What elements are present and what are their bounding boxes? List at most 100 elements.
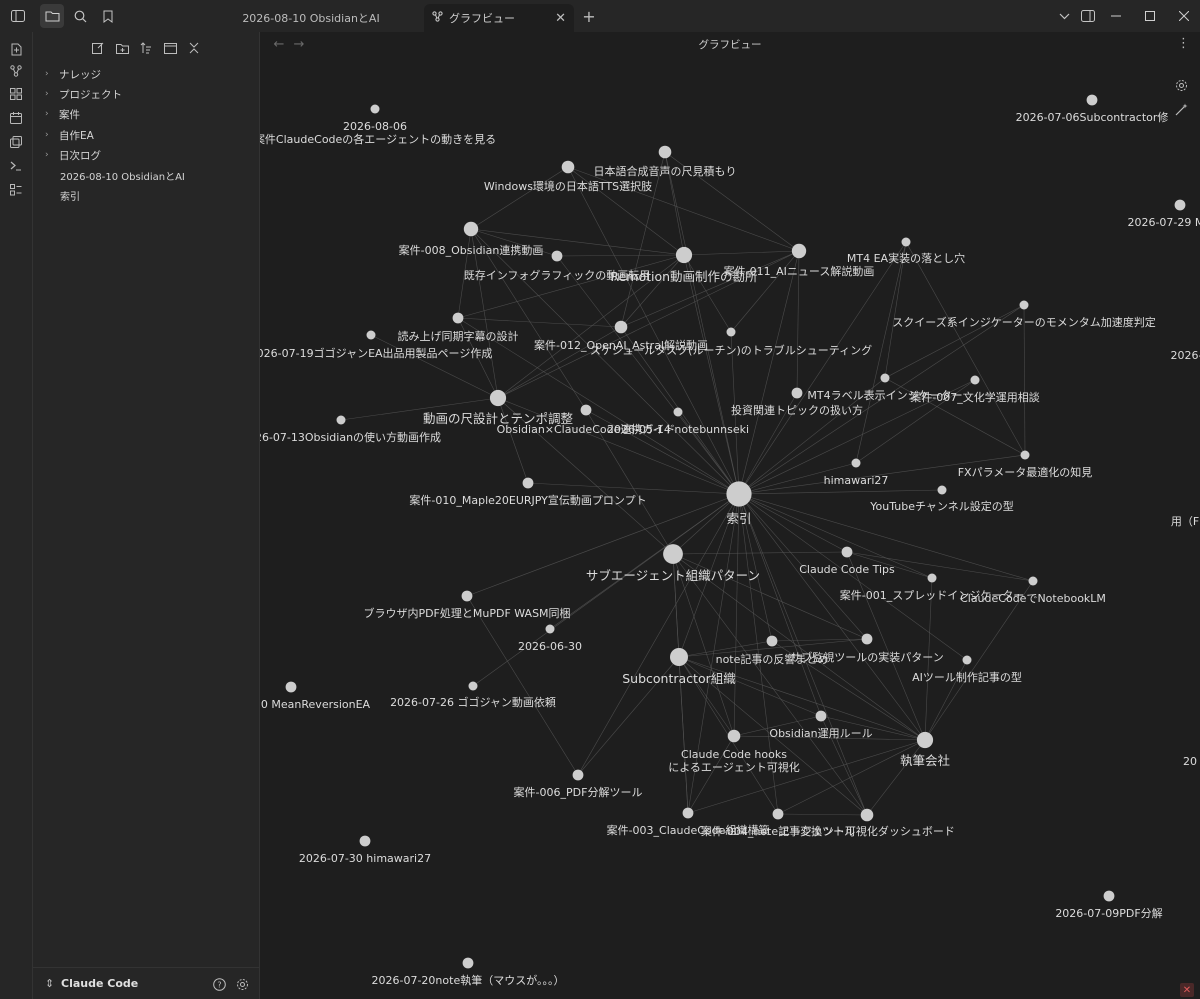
graph-node-dot[interactable] bbox=[366, 330, 376, 340]
file-daily-note[interactable]: 2026-08-10 ObsidianとAI bbox=[60, 165, 185, 185]
graph-node[interactable]: 読み上げ同期字幕の設計 bbox=[398, 312, 519, 343]
graph-node-dot[interactable] bbox=[727, 729, 741, 743]
magic-wand-icon[interactable] bbox=[1172, 100, 1190, 118]
graph-node[interactable]: 日本語合成音声の尺見積もり bbox=[594, 145, 737, 178]
graph-node-dot[interactable] bbox=[901, 237, 911, 247]
graph-node-dot[interactable] bbox=[670, 648, 688, 666]
folder-project[interactable]: › プロジェクト bbox=[45, 84, 122, 104]
graph-node-dot[interactable] bbox=[970, 375, 980, 385]
graph-node-dot[interactable] bbox=[463, 221, 479, 237]
graph-node[interactable]: 20 bbox=[1183, 755, 1197, 768]
new-note-icon[interactable] bbox=[5, 38, 27, 60]
graph-node[interactable]: 案件-010_Maple20EURJPY宣伝動画プロンプト bbox=[409, 477, 647, 507]
graph-node-dot[interactable] bbox=[880, 373, 890, 383]
graph-node-dot[interactable] bbox=[766, 635, 778, 647]
new-folder-icon[interactable] bbox=[112, 38, 132, 58]
sidebar-toggle-icon[interactable] bbox=[6, 4, 30, 28]
calendar-icon[interactable] bbox=[5, 107, 27, 129]
graph-node-dot[interactable] bbox=[551, 250, 563, 262]
graph-node-dot[interactable] bbox=[572, 769, 584, 781]
graph-node-dot[interactable] bbox=[462, 957, 474, 969]
graph-node[interactable]: 2026-07-20note執筆（マウスが。。。） bbox=[372, 957, 565, 987]
status-warning-icon[interactable]: ✕ bbox=[1180, 983, 1194, 997]
graph-node[interactable]: 執筆会社 bbox=[900, 731, 950, 768]
help-icon[interactable]: ? bbox=[209, 974, 229, 994]
graph-node-dot[interactable] bbox=[791, 243, 807, 259]
file-index[interactable]: 索引 bbox=[60, 185, 80, 205]
chevron-down-icon[interactable] bbox=[1052, 4, 1076, 28]
graph-node-dot[interactable] bbox=[861, 633, 873, 645]
folder-custom-ea[interactable]: › 自作EA bbox=[45, 125, 94, 145]
graph-node[interactable]: 案件-006_PDF分解ツール bbox=[514, 769, 643, 799]
graph-node-dot[interactable] bbox=[489, 389, 507, 407]
graph-node-dot[interactable] bbox=[1019, 300, 1029, 310]
chevron-up-down-icon[interactable]: ⇕ bbox=[45, 977, 61, 990]
graph-node-dot[interactable] bbox=[851, 458, 861, 468]
graph-node-dot[interactable] bbox=[675, 246, 693, 264]
close-window-icon[interactable] bbox=[1164, 0, 1200, 32]
graph-settings-gear-icon[interactable] bbox=[1172, 76, 1190, 94]
graph-node[interactable]: サブ監視ツールの実装パターン bbox=[790, 633, 944, 664]
terminal-icon[interactable] bbox=[5, 155, 27, 177]
graph-node[interactable]: 2026-0 bbox=[1171, 349, 1200, 362]
graph-node-dot[interactable] bbox=[561, 160, 575, 174]
graph-node[interactable]: himawari27 bbox=[824, 458, 889, 488]
graph-node-dot[interactable] bbox=[370, 104, 380, 114]
graph-node[interactable]: サブエージェント組織パターン bbox=[586, 544, 760, 583]
graph-node-dot[interactable] bbox=[658, 145, 672, 159]
graph-node[interactable]: 2026-07-26 ゴゴジャン動画依頼 bbox=[390, 681, 556, 710]
template-icon[interactable] bbox=[5, 179, 27, 201]
graph-node-dot[interactable] bbox=[815, 710, 827, 722]
graph-node[interactable]: 2026-08-06 案件ClaudeCodeの各エージェントの動きを見る bbox=[260, 104, 496, 147]
graph-node[interactable]: 動画の尺設計とテンポ調整 bbox=[423, 389, 574, 426]
graph-node-dot[interactable] bbox=[841, 546, 853, 558]
graph-node-dot[interactable] bbox=[1103, 890, 1115, 902]
graph-icon[interactable] bbox=[5, 60, 27, 82]
sort-icon[interactable] bbox=[136, 38, 156, 58]
graph-node-dot[interactable] bbox=[962, 655, 972, 665]
graph-node[interactable]: 2026-07-09PDF分解 bbox=[1055, 890, 1163, 920]
graph-node[interactable]: MT4 EA実装の落とし穴 bbox=[847, 237, 965, 266]
graph-node-dot[interactable] bbox=[916, 731, 934, 749]
graph-node-dot[interactable] bbox=[663, 544, 683, 564]
graph-node-dot[interactable] bbox=[522, 477, 534, 489]
folder-daily-log[interactable]: › 日次ログ bbox=[45, 145, 101, 165]
bookmark-icon[interactable] bbox=[96, 4, 120, 28]
graph-node-dot[interactable] bbox=[927, 573, 937, 583]
tab-graph-view[interactable]: グラフビュー ✕ bbox=[424, 4, 574, 32]
new-note-icon[interactable] bbox=[88, 38, 108, 58]
new-tab-button[interactable]: + bbox=[580, 4, 598, 28]
graph-node-dot[interactable] bbox=[860, 808, 874, 822]
folder-icon[interactable] bbox=[40, 4, 64, 28]
folder-cases[interactable]: › 案件 bbox=[45, 104, 80, 124]
graph-node[interactable]: FXパラメータ最適化の知見 bbox=[958, 450, 1093, 480]
graph-node-dot[interactable] bbox=[1086, 94, 1098, 106]
graph-node-dot[interactable] bbox=[336, 415, 346, 425]
graph-node-dot[interactable] bbox=[726, 327, 736, 337]
graph-node[interactable]: 2026-06-30 bbox=[518, 624, 582, 654]
graph-node-dot[interactable] bbox=[359, 835, 371, 847]
graph-node[interactable]: Obsidian運用ルール bbox=[769, 710, 873, 740]
graph-node-dot[interactable] bbox=[545, 624, 555, 634]
graph-node[interactable]: 2026-05-14 notebunnseki bbox=[607, 407, 749, 437]
graph-node-dot[interactable] bbox=[673, 407, 683, 417]
auto-reveal-icon[interactable] bbox=[160, 38, 180, 58]
graph-canvas[interactable]: 2026-08-06 案件ClaudeCodeの各エージェントの動きを見る Wind… bbox=[260, 32, 1200, 999]
graph-node-dot[interactable] bbox=[772, 808, 784, 820]
graph-node-dot[interactable] bbox=[791, 387, 803, 399]
graph-node[interactable]: 2026-07-29 MeanR bbox=[1127, 199, 1200, 229]
graph-node[interactable]: ブラウザ内PDF処理とMuPDF WASM同梱 bbox=[363, 590, 571, 620]
graph-node-dot[interactable] bbox=[682, 807, 694, 819]
tab-daily-note[interactable]: 2026-08-10 ObsidianとAI bbox=[200, 4, 422, 32]
graph-node[interactable]: 案件-008_Obsidian連携動画 bbox=[399, 221, 544, 257]
graph-node-dot[interactable] bbox=[1020, 450, 1030, 460]
graph-node-dot[interactable] bbox=[937, 485, 947, 495]
copy-icon[interactable] bbox=[5, 131, 27, 153]
graph-node[interactable]: Claude Code Tips bbox=[799, 546, 895, 576]
graph-node-dot[interactable] bbox=[452, 312, 464, 324]
graph-node[interactable]: 30 MeanReversionEA bbox=[260, 681, 371, 711]
graph-node-dot[interactable] bbox=[1174, 199, 1186, 211]
canvas-icon[interactable] bbox=[5, 83, 27, 105]
graph-node-dot[interactable] bbox=[726, 481, 752, 507]
graph-node-dot[interactable] bbox=[614, 320, 628, 334]
